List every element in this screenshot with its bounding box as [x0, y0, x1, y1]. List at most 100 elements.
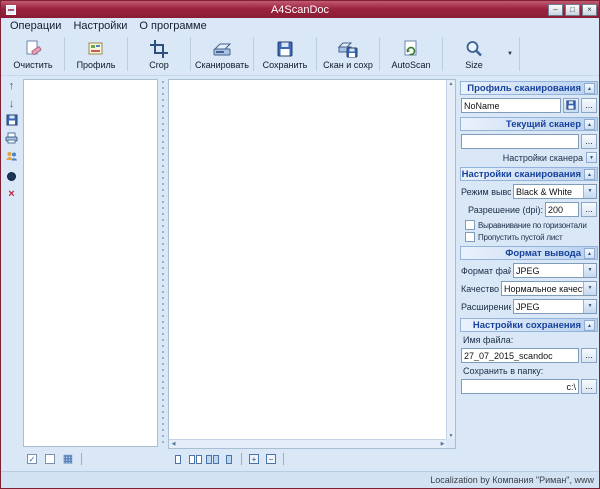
title-bar[interactable]: A4ScanDoc – □ × [1, 1, 599, 18]
clear-button[interactable]: Очистить [4, 33, 62, 75]
move-down-button[interactable]: ↓ [4, 97, 20, 111]
section-title: Настройки сканирования [462, 169, 581, 180]
scroll-up-icon[interactable]: ▲ [447, 80, 456, 88]
section-title: Текущий сканер [506, 119, 581, 130]
profile-icon [85, 39, 107, 59]
collapse-icon[interactable]: ▲ [584, 169, 595, 180]
resolution-browse-button[interactable]: ... [581, 202, 597, 217]
scanner-browse-button[interactable]: ... [581, 134, 597, 149]
save-page-button[interactable] [4, 115, 20, 129]
fit-page-view-button[interactable] [222, 452, 236, 466]
quality-label: Качество: [461, 284, 499, 294]
resolution-label: Разрешение (dpi): [461, 205, 543, 215]
menu-bar: Операции Настройки О программе [1, 18, 599, 33]
profile-name-input[interactable] [461, 98, 561, 113]
dropdown-icon[interactable]: ▼ [583, 300, 596, 313]
zoom-in-button[interactable]: + [247, 452, 261, 466]
continuous-view-button[interactable] [205, 452, 219, 466]
size-button[interactable]: Size [445, 33, 503, 75]
menu-settings[interactable]: Настройки [67, 20, 133, 32]
save-icon [274, 39, 296, 59]
move-up-button[interactable]: ↑ [4, 79, 20, 93]
horizontal-scrollbar[interactable]: ◀ ▶ [169, 439, 447, 448]
toolbar-separator [316, 37, 317, 71]
section-title: Формат вывода [505, 248, 581, 259]
view-tools: + − [171, 452, 286, 466]
deselect-all-button[interactable] [43, 452, 57, 466]
toolbar-separator [283, 453, 284, 465]
minimize-button[interactable]: – [548, 4, 563, 16]
dropdown-icon[interactable]: ▼ [583, 185, 596, 198]
size-icon [463, 39, 485, 59]
file-format-select[interactable]: JPEG ▼ [513, 263, 597, 278]
select-all-button[interactable]: ✓ [25, 452, 39, 466]
scroll-left-icon[interactable]: ◀ [169, 440, 178, 448]
window-title: A4ScanDoc [1, 4, 599, 16]
autoscan-button[interactable]: AutoScan [382, 33, 440, 75]
resolution-input[interactable] [545, 202, 579, 217]
quality-select[interactable]: Нормальное качество ▼ [501, 281, 597, 296]
zoom-out-button[interactable]: − [264, 452, 278, 466]
folder-input[interactable] [461, 379, 579, 394]
close-button[interactable]: × [582, 4, 597, 16]
scanner-name-input[interactable] [461, 134, 579, 149]
toolbar-separator [64, 37, 65, 71]
dropdown-icon[interactable]: ▼ [583, 282, 596, 295]
section-title: Профиль сканирования [467, 83, 581, 94]
profiles-button[interactable] [4, 151, 20, 165]
file-format-label: Формат файла: [461, 266, 511, 276]
dropdown-icon[interactable]: ▼ [583, 264, 596, 277]
toolbar-separator [519, 37, 520, 71]
filename-input[interactable] [461, 348, 579, 363]
file-format-row: Формат файла: JPEG ▼ [461, 263, 597, 278]
extension-select[interactable]: JPEG ▼ [513, 299, 597, 314]
collapse-icon[interactable]: ▲ [584, 119, 595, 130]
collapse-icon[interactable]: ▲ [584, 320, 595, 331]
vertical-scrollbar[interactable]: ▲ ▼ [446, 80, 455, 440]
camera-button[interactable] [4, 169, 20, 183]
save-page-icon [6, 113, 18, 131]
profile-save-button[interactable] [563, 98, 579, 113]
scan-and-save-button[interactable]: Скан и сохр [319, 33, 377, 75]
collapse-icon[interactable]: ▲ [584, 248, 595, 259]
grid-view-button[interactable]: ▦ [61, 452, 75, 466]
skip-blank-label: Пропустить пустой лист [478, 233, 562, 242]
scrollbar-corner [446, 439, 455, 448]
folder-row: ... [461, 379, 597, 394]
collapse-icon[interactable]: ▲ [584, 83, 595, 94]
menu-operations[interactable]: Операции [4, 20, 67, 32]
output-mode-label: Режим вывода: [461, 187, 511, 197]
side-toolbar: ↑ ↓ × [1, 79, 22, 201]
single-page-view-button[interactable] [171, 452, 185, 466]
save-button[interactable]: Сохранить [256, 33, 314, 75]
delete-button[interactable]: × [4, 187, 20, 201]
scan-button[interactable]: Сканировать [193, 33, 251, 75]
folder-label: Сохранить в папку: [463, 366, 596, 376]
crop-button[interactable]: Crop [130, 33, 188, 75]
main-toolbar: Очистить Профиль Crop Сканировать [1, 33, 599, 76]
size-dropdown-button[interactable]: ▼ [503, 33, 517, 75]
menu-about[interactable]: О программе [133, 20, 212, 32]
fit-page-view-icon [226, 455, 232, 464]
maximize-button[interactable]: □ [565, 4, 580, 16]
expand-icon[interactable]: ▼ [586, 152, 597, 163]
move-up-icon: ↑ [9, 80, 15, 92]
profile-browse-button[interactable]: ... [581, 98, 597, 113]
profile-button[interactable]: Профиль [67, 33, 125, 75]
toolbar-separator [127, 37, 128, 71]
print-button[interactable] [4, 133, 20, 147]
align-horizontal-checkbox[interactable] [465, 220, 475, 230]
skip-blank-checkbox[interactable] [465, 232, 475, 242]
thumbnail-panel[interactable] [23, 79, 158, 447]
scanner-settings-expander[interactable]: Настройки сканера ▼ [461, 152, 597, 163]
section-header-output-format: Формат вывода ▲ [460, 246, 598, 260]
filename-browse-button[interactable]: ... [581, 348, 597, 363]
resolution-row: Разрешение (dpi): ... [461, 202, 597, 217]
folder-browse-button[interactable]: ... [581, 379, 597, 394]
preview-area[interactable]: ▲ ▼ ◀ ▶ [168, 79, 456, 449]
two-page-view-button[interactable] [188, 452, 202, 466]
panel-splitter[interactable] [159, 79, 168, 447]
toolbar-separator [241, 453, 242, 465]
scan-icon [211, 39, 233, 59]
output-mode-select[interactable]: Black & White ▼ [513, 184, 597, 199]
